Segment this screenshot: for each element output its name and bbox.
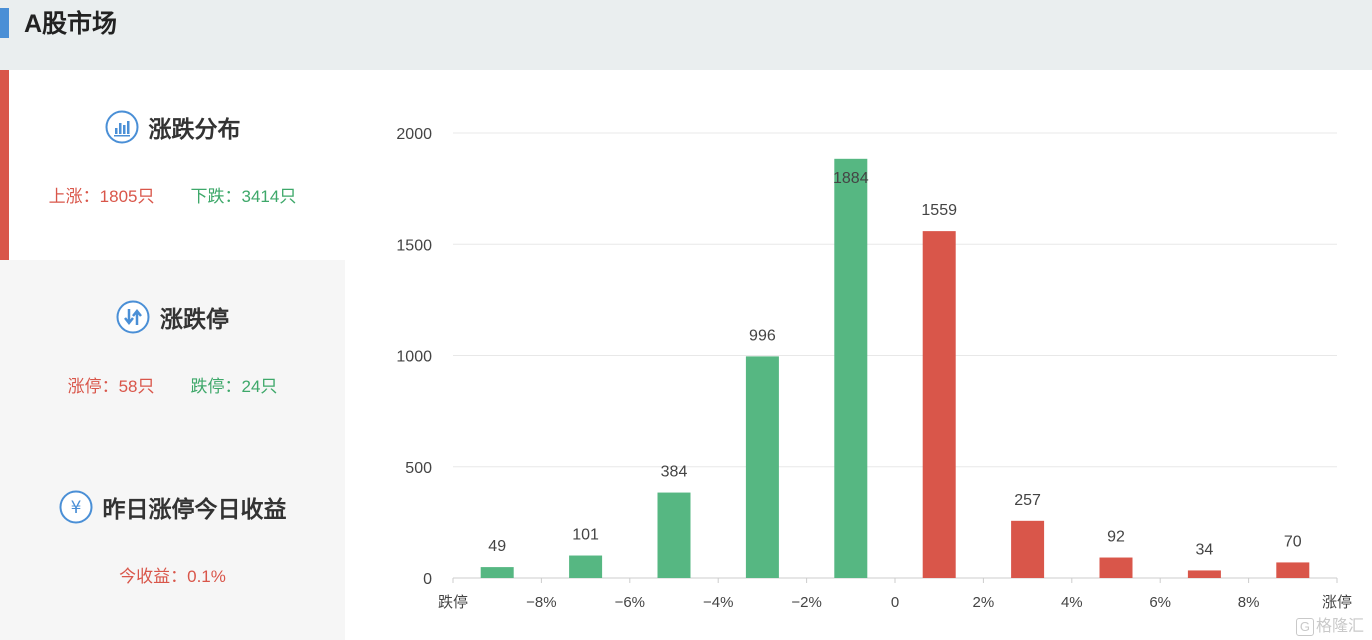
bar — [1187, 570, 1221, 578]
sidebar-item-limit-up-down[interactable]: 涨跌停 涨停：58只 跌停：24只 — [0, 260, 345, 450]
up-down-arrows-icon — [116, 300, 150, 334]
page-title: A股市场 — [24, 10, 118, 38]
today-return: 今收益：0.1% — [119, 567, 226, 586]
bar — [1011, 520, 1045, 578]
data-label: 92 — [1107, 529, 1125, 546]
data-label: 1559 — [921, 202, 957, 219]
distribution-chart: 0 500 1000 1500 2000 跌停 −8% −6% −4% −2% 0 2% 4% 6% 8% 涨… — [345, 70, 1372, 640]
header-accent-bar — [0, 8, 9, 38]
svg-text:¥: ¥ — [70, 498, 81, 518]
bar — [657, 492, 691, 578]
y-tick-label: 2000 — [396, 126, 432, 143]
watermark-text: 格隆汇 — [1315, 618, 1364, 635]
x-tick-label: 2% — [973, 594, 995, 611]
y-tick-label: 0 — [423, 571, 432, 588]
limit-down-count: 跌停：24只 — [190, 377, 278, 396]
data-label: 384 — [661, 464, 688, 481]
bar-chart-icon — [105, 110, 138, 144]
sidebar-item-yesterday-limit-up-return[interactable]: ¥ 昨日涨停今日收益 今收益：0.1% — [0, 450, 345, 640]
x-tick-label: 0 — [891, 594, 899, 611]
x-tick-label: 涨停 — [1322, 594, 1352, 611]
data-label: 996 — [749, 327, 776, 344]
y-tick-label: 1000 — [396, 349, 432, 366]
bar — [1099, 557, 1133, 578]
bar — [922, 231, 956, 578]
watermark: G 格隆汇 — [1295, 612, 1364, 636]
bar — [745, 356, 779, 578]
panel-title: 涨跌停 — [160, 306, 229, 332]
rise-count: 上涨：1805只 — [48, 187, 155, 206]
panel-title: 昨日涨停今日收益 — [102, 496, 287, 522]
x-tick-label: −4% — [703, 594, 733, 611]
data-label: 257 — [1014, 492, 1041, 509]
data-label: 70 — [1284, 533, 1302, 550]
chart-svg: 0 500 1000 1500 2000 跌停 −8% −6% −4% −2% 0 2% 4% 6% 8% 涨… — [396, 126, 1352, 611]
page-header: A股市场 — [0, 0, 1372, 70]
x-tick-label: 4% — [1061, 594, 1083, 611]
y-tick-label: 1500 — [396, 237, 432, 254]
panel-title: 涨跌分布 — [148, 116, 241, 142]
x-tick-label: 8% — [1238, 594, 1260, 611]
active-indicator — [0, 70, 9, 260]
x-tick-label: −2% — [791, 594, 821, 611]
data-label: 34 — [1196, 541, 1214, 558]
bar — [480, 567, 514, 578]
bar — [834, 158, 868, 578]
x-tick-label: 跌停 — [438, 594, 468, 611]
y-tick-label: 500 — [405, 460, 432, 477]
data-label: 49 — [488, 538, 506, 555]
yen-icon: ¥ — [59, 490, 92, 524]
sidebar-item-rise-fall-distribution[interactable]: 涨跌分布 上涨：1805只 下跌：3414只 — [0, 70, 345, 260]
sidebar: 涨跌分布 上涨：1805只 下跌：3414只 涨跌停 涨停：58只 跌停：24只… — [0, 70, 345, 640]
fall-count: 下跌：3414只 — [190, 187, 297, 206]
bar — [1276, 562, 1310, 578]
bar — [569, 555, 603, 578]
data-label: 1884 — [833, 170, 869, 187]
data-label: 101 — [572, 527, 599, 544]
logo-icon: G — [1295, 618, 1314, 636]
limit-up-count: 涨停：58只 — [67, 377, 155, 396]
x-tick-label: 6% — [1149, 594, 1171, 611]
x-tick-label: −8% — [526, 594, 556, 611]
x-tick-label: −6% — [615, 594, 645, 611]
